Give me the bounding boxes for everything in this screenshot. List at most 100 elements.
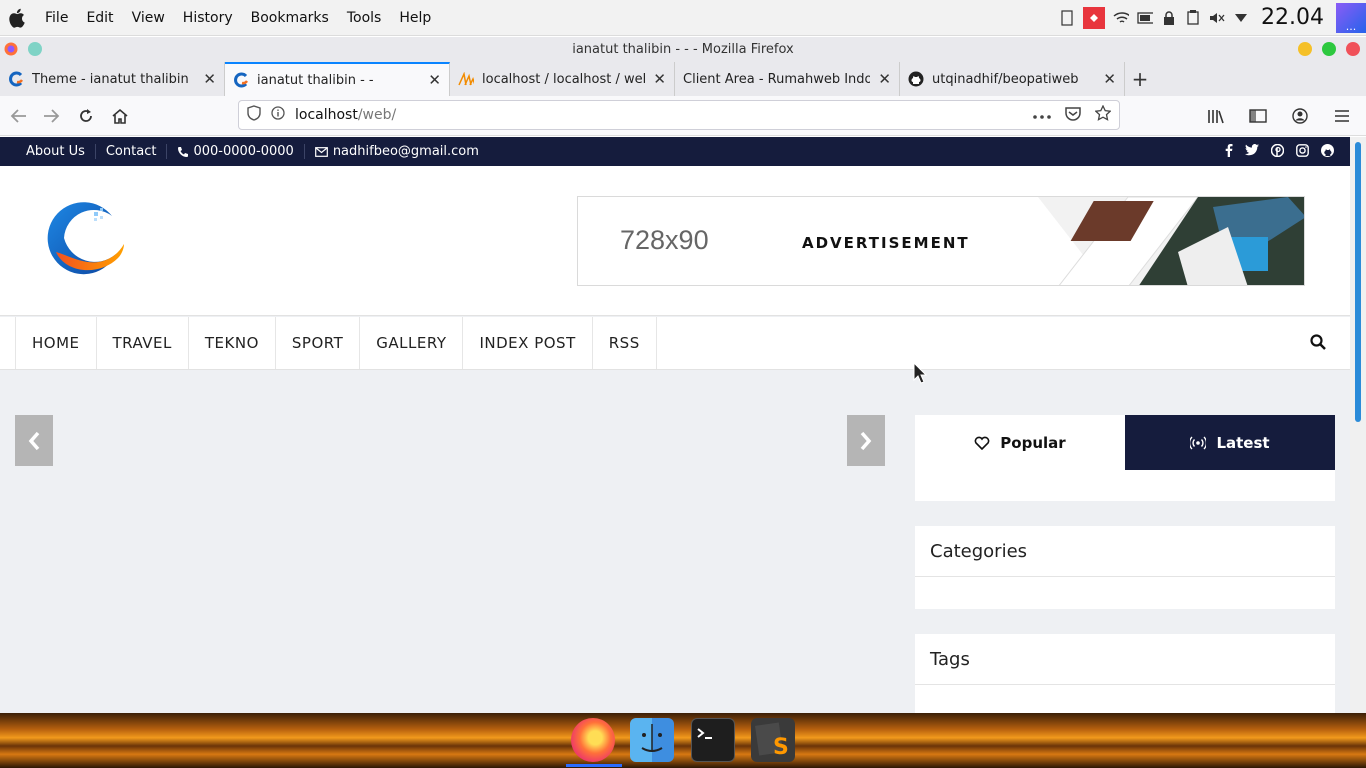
terminal-icon[interactable]	[691, 718, 735, 762]
nav-sport[interactable]: SPORT	[274, 317, 359, 369]
tab-latest[interactable]: Latest	[1125, 415, 1335, 470]
search-icon[interactable]	[1310, 334, 1326, 354]
site-c-icon	[8, 71, 24, 87]
menu-edit[interactable]: Edit	[77, 10, 122, 26]
account-icon[interactable]	[1284, 100, 1316, 132]
apple-logo-icon[interactable]	[0, 7, 36, 29]
categories-widget: Categories	[915, 526, 1335, 609]
slider-prev-button[interactable]	[15, 415, 53, 466]
menu-help[interactable]: Help	[390, 10, 440, 26]
active-app-indicator	[566, 764, 622, 767]
slider-next-button[interactable]	[847, 415, 885, 466]
close-window-button[interactable]	[1346, 42, 1360, 56]
reload-button[interactable]	[70, 100, 102, 132]
close-tab-icon[interactable]: ✕	[428, 71, 441, 89]
nav-rss[interactable]: RSS	[591, 317, 657, 369]
pinterest-icon[interactable]	[1270, 143, 1285, 161]
tab-phpmyadmin[interactable]: localhost / localhost / web ✕	[450, 62, 675, 96]
url-host: localhost	[295, 107, 358, 123]
browser-tabbar: Theme - ianatut thalibin ✕ ianatut thali…	[0, 62, 1366, 96]
twitter-icon[interactable]	[1245, 144, 1259, 161]
page-scrollbar[interactable]	[1350, 137, 1366, 713]
phpmyadmin-icon	[458, 71, 474, 87]
ad-label: ADVERTISEMENT	[802, 234, 970, 252]
tab-client-area[interactable]: Client Area - Rumahweb Indonesia ✕	[675, 62, 900, 96]
info-icon[interactable]	[271, 106, 285, 124]
app-launcher-button[interactable]: ...	[1336, 2, 1366, 33]
advertisement-banner[interactable]: 728x90 ADVERTISEMENT	[577, 196, 1305, 286]
mouse-cursor-icon	[913, 361, 928, 388]
nav-gallery[interactable]: GALLERY	[359, 317, 462, 369]
heart-icon	[974, 436, 990, 450]
finder-icon[interactable]	[630, 718, 674, 762]
web-page: About Us Contact 000-0000-0000 nadhifbeo…	[0, 137, 1350, 713]
firefox-icon[interactable]	[571, 718, 615, 762]
broadcast-icon	[1190, 436, 1207, 449]
nav-tekno[interactable]: TEKNO	[187, 317, 275, 369]
volume-muted-icon[interactable]	[1209, 10, 1225, 26]
menu-file[interactable]: File	[36, 10, 77, 26]
minimize-button[interactable]	[1298, 42, 1312, 56]
browser-navbar: localhost/web/	[0, 96, 1366, 136]
popular-latest-widget: Popular Latest	[915, 415, 1335, 501]
phone-number: 000-0000-0000	[193, 144, 294, 159]
ad-size-label: 728x90	[620, 225, 709, 255]
contact-link[interactable]: Contact	[96, 144, 168, 159]
scrollbar-thumb[interactable]	[1355, 142, 1361, 422]
envelope-icon	[314, 146, 328, 157]
categories-title: Categories	[915, 526, 1335, 577]
close-tab-icon[interactable]: ✕	[1103, 70, 1116, 88]
window-titlebar: ianatut thalibin - - - Mozilla Firefox	[0, 37, 1366, 62]
github-icon[interactable]	[1321, 144, 1334, 161]
site-topbar: About Us Contact 000-0000-0000 nadhifbeo…	[0, 137, 1350, 166]
hamburger-menu-icon[interactable]	[1326, 100, 1358, 132]
menu-view[interactable]: View	[123, 10, 174, 26]
facebook-icon[interactable]	[1225, 144, 1233, 161]
pocket-icon[interactable]	[1065, 106, 1081, 125]
menu-tools[interactable]: Tools	[338, 10, 391, 26]
clock[interactable]: 22.04	[1257, 5, 1328, 30]
close-tab-icon[interactable]: ✕	[203, 70, 216, 88]
os-menubar: File Edit View History Bookmarks Tools H…	[0, 0, 1366, 36]
menu-bookmarks[interactable]: Bookmarks	[242, 10, 338, 26]
sublime-text-icon[interactable]: S	[751, 718, 795, 762]
nav-travel[interactable]: TRAVEL	[95, 317, 188, 369]
home-button[interactable]	[104, 100, 136, 132]
bookmark-star-icon[interactable]	[1094, 104, 1112, 125]
window-pin-button[interactable]	[28, 42, 42, 56]
close-tab-icon[interactable]: ✕	[878, 70, 891, 88]
about-link[interactable]: About Us	[16, 144, 96, 159]
battery-icon[interactable]	[1137, 10, 1154, 26]
firefox-small-icon	[4, 42, 18, 60]
clipboard-icon[interactable]	[1185, 10, 1201, 26]
instagram-icon[interactable]	[1296, 144, 1309, 161]
github-icon	[908, 71, 924, 87]
url-bar[interactable]: localhost/web/	[238, 100, 1120, 130]
site-header: 728x90 ADVERTISEMENT	[0, 166, 1350, 316]
back-button[interactable]	[2, 100, 34, 132]
dropdown-arrow-icon[interactable]	[1233, 10, 1249, 26]
chevron-left-icon	[28, 431, 40, 450]
shield-icon[interactable]	[247, 105, 261, 125]
page-actions-icon[interactable]	[1033, 107, 1051, 123]
close-tab-icon[interactable]: ✕	[653, 70, 666, 88]
email-item: nadhifbeo@gmail.com	[305, 144, 489, 159]
tab-popular[interactable]: Popular	[915, 415, 1125, 470]
drive-icon[interactable]	[1059, 9, 1075, 26]
maximize-button[interactable]	[1322, 42, 1336, 56]
site-logo[interactable]	[44, 196, 126, 282]
lock-icon[interactable]	[1161, 10, 1177, 26]
tab-theme[interactable]: Theme - ianatut thalibin ✕	[0, 62, 225, 96]
email-address[interactable]: nadhifbeo@gmail.com	[333, 144, 479, 159]
new-tab-button[interactable]: +	[1125, 62, 1155, 96]
nav-home[interactable]: HOME	[15, 317, 96, 369]
library-icon[interactable]	[1200, 100, 1232, 132]
anydesk-icon[interactable]	[1083, 6, 1106, 29]
menu-history[interactable]: History	[174, 10, 242, 26]
tab-github[interactable]: utqinadhif/beopatiweb ✕	[900, 62, 1125, 96]
nav-index-post[interactable]: INDEX POST	[462, 317, 591, 369]
forward-button[interactable]	[36, 100, 68, 132]
sidebar-toggle-icon[interactable]	[1242, 100, 1274, 132]
wifi-icon[interactable]	[1113, 10, 1130, 26]
tab-ianatut-thalibin[interactable]: ianatut thalibin - - ✕	[225, 62, 450, 96]
